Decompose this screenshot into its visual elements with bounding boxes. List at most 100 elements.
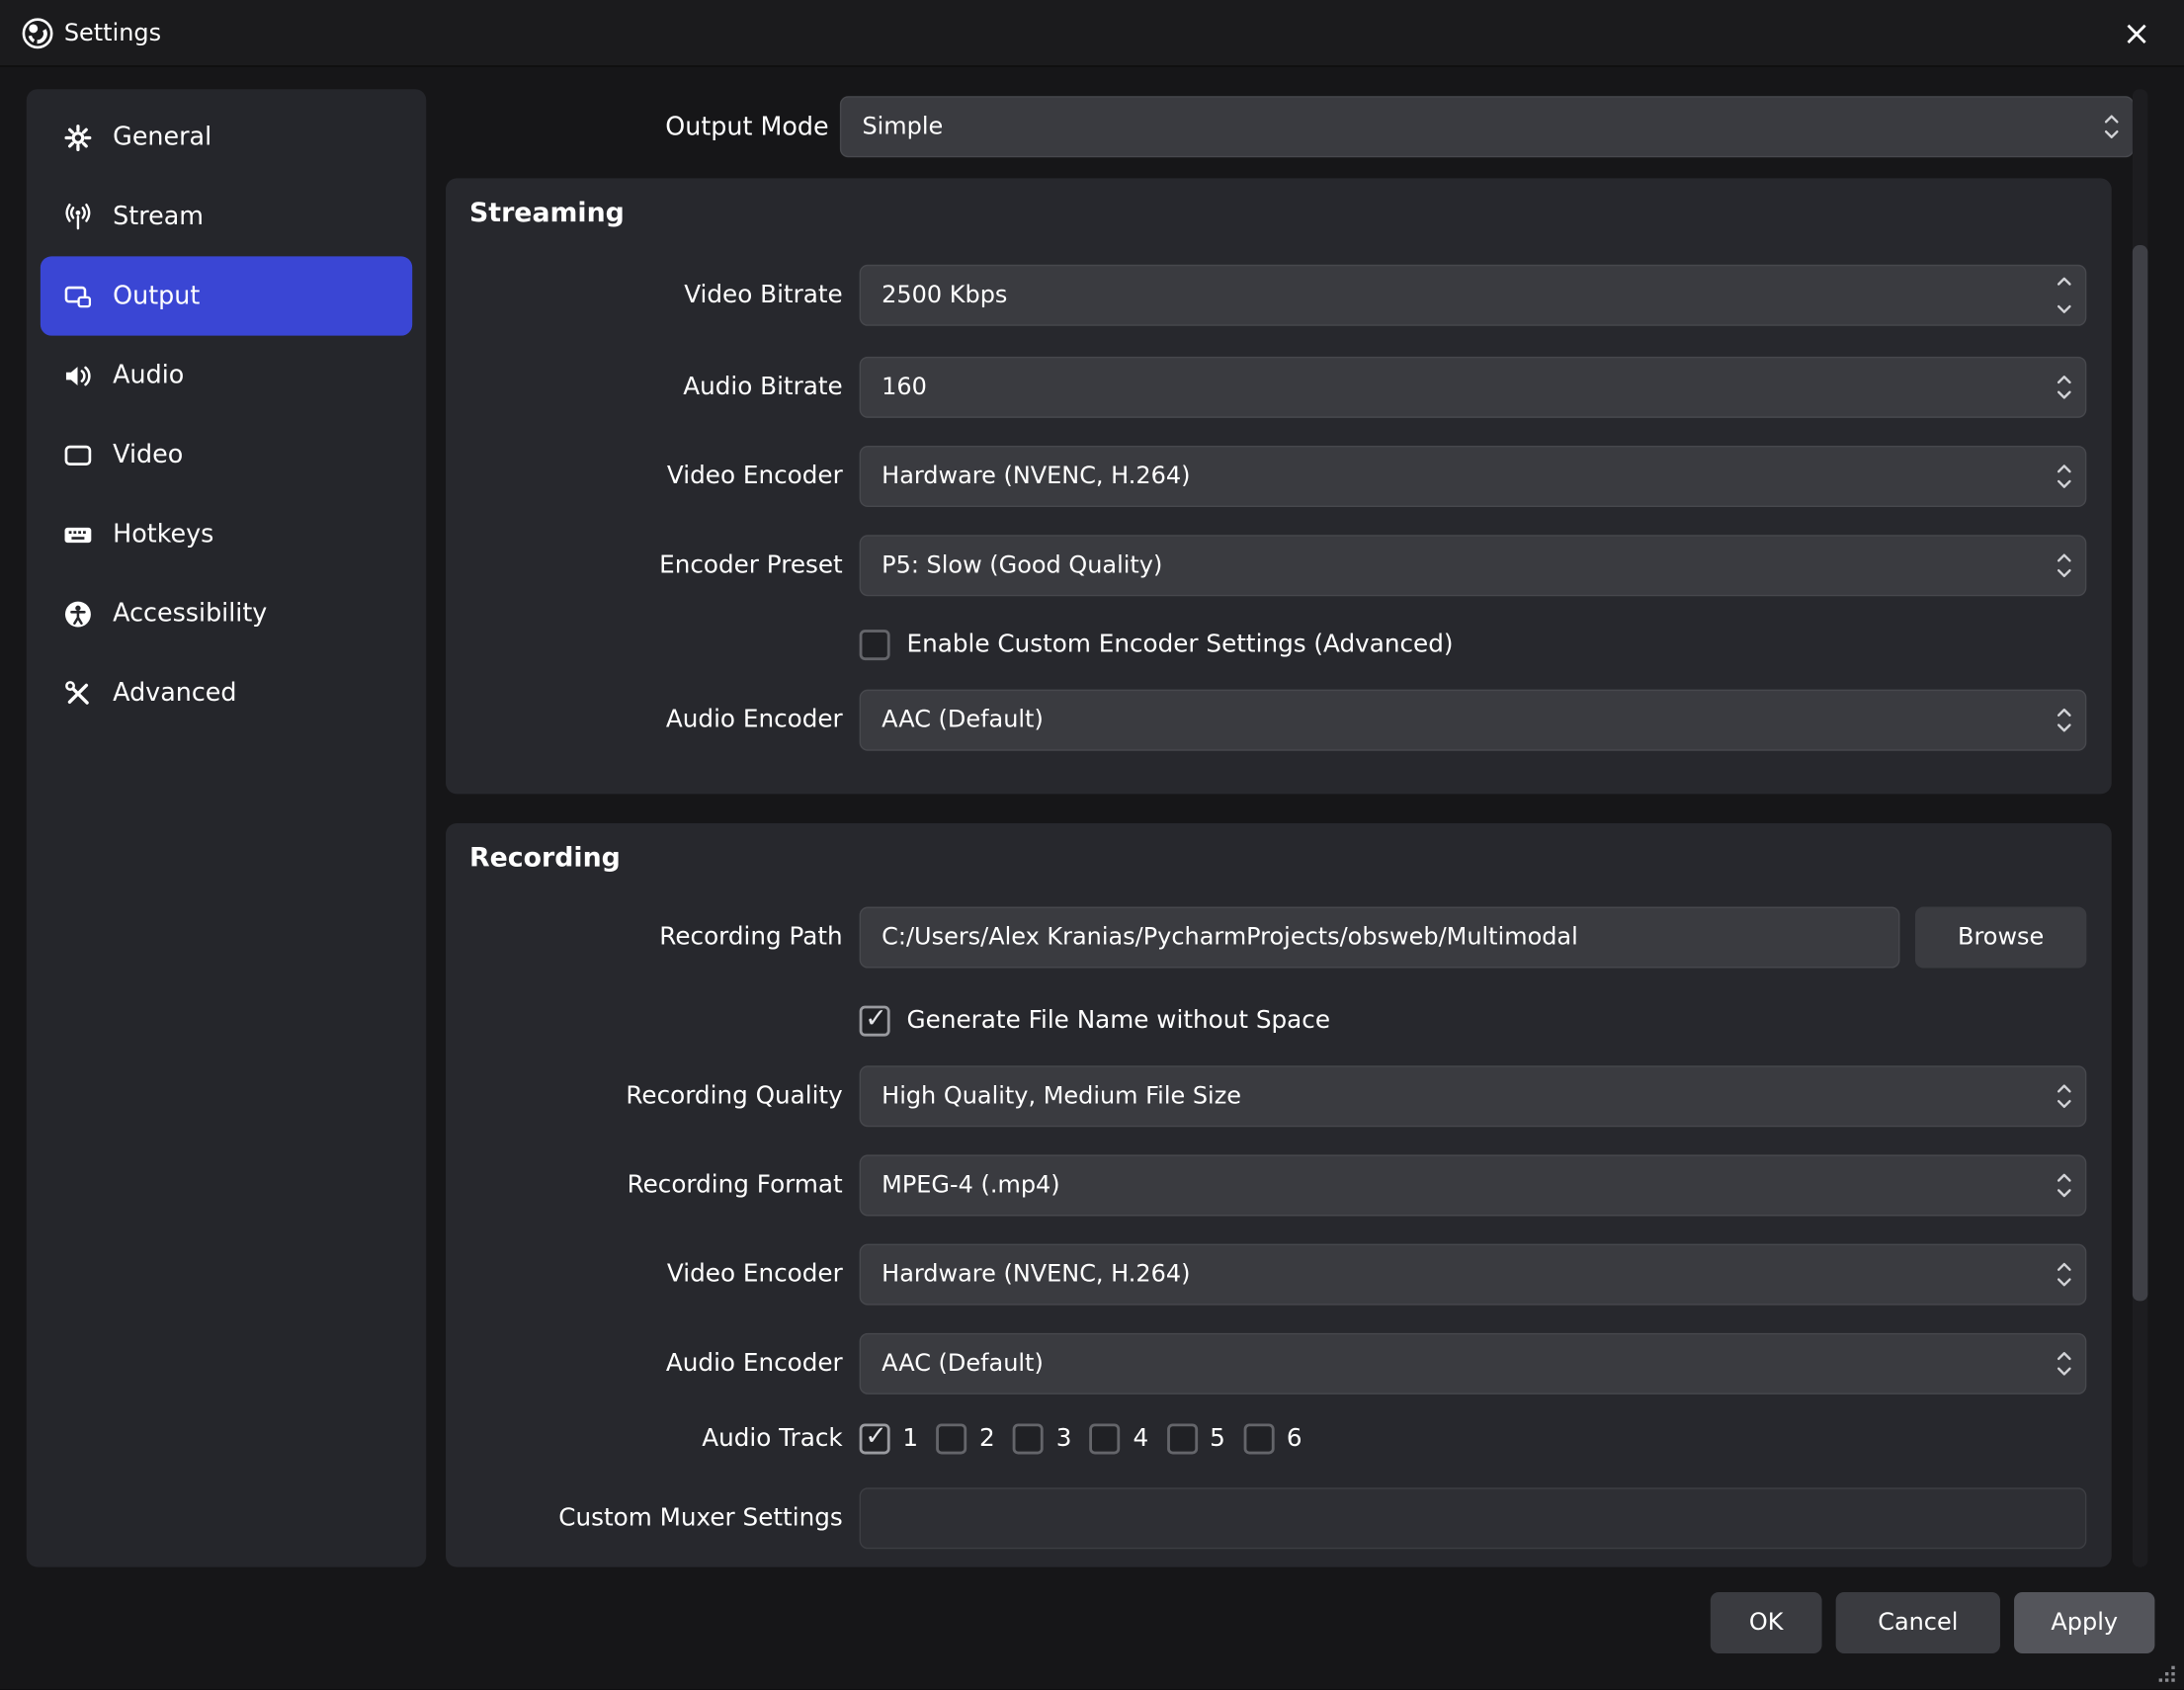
output-mode-value: Simple (862, 113, 943, 140)
recording-title: Recording (469, 843, 621, 874)
audio-encoder-value: AAC (Default) (882, 707, 1044, 734)
speaker-icon (62, 360, 93, 390)
chevron-up-icon[interactable] (2056, 1350, 2072, 1361)
sidebar-item-label: Video (113, 440, 183, 469)
rec-audio-encoder-select[interactable]: AAC (Default) (860, 1333, 2087, 1394)
audio-track-5-checkbox[interactable] (1166, 1423, 1197, 1454)
output-mode-row: Output Mode Simple (446, 96, 2134, 157)
cancel-button[interactable]: Cancel (1836, 1592, 2000, 1653)
spinner (2103, 114, 2120, 140)
recording-format-select[interactable]: MPEG-4 (.mp4) (860, 1154, 2087, 1216)
scrollbar-thumb[interactable] (2133, 245, 2148, 1301)
close-icon[interactable]: × (2112, 0, 2162, 67)
video-bitrate-label: Video Bitrate (446, 282, 843, 309)
apply-button[interactable]: Apply (2014, 1592, 2154, 1653)
audio-encoder-label: Audio Encoder (446, 707, 843, 734)
sidebar-item-label: Accessibility (113, 599, 267, 629)
sidebar-item-audio[interactable]: Audio (41, 336, 412, 415)
window-title: Settings (64, 19, 161, 46)
sidebar-item-video[interactable]: Video (41, 415, 412, 494)
streaming-section: Streaming Video Bitrate 2500 Kbps Audio … (446, 178, 2112, 794)
recording-path-value: C:/Users/Alex Kranias/PycharmProjects/ob… (882, 923, 1578, 951)
recording-path-label: Recording Path (446, 923, 843, 951)
spinner (2056, 276, 2072, 314)
video-encoder-select[interactable]: Hardware (NVENC, H.264) (860, 446, 2087, 507)
chevron-up-icon[interactable] (2056, 707, 2072, 718)
custom-muxer-input[interactable] (860, 1487, 2087, 1549)
video-bitrate-spinbox[interactable]: 2500 Kbps (860, 265, 2087, 326)
rec-video-encoder-label: Video Encoder (446, 1261, 843, 1289)
output-mode-label: Output Mode (446, 112, 829, 141)
sidebar-item-stream[interactable]: Stream (41, 177, 412, 256)
chevron-down-icon[interactable] (2056, 722, 2072, 733)
audio-track-label: Audio Track (446, 1425, 843, 1453)
chevron-up-icon[interactable] (2056, 374, 2072, 384)
audio-track-4-checkbox[interactable] (1090, 1423, 1121, 1454)
streaming-title: Streaming (469, 198, 625, 228)
spinner (2056, 1350, 2072, 1377)
audio-bitrate-label: Audio Bitrate (446, 374, 843, 401)
spinner (2056, 1083, 2072, 1110)
spinner (2056, 552, 2072, 579)
audio-track-1-checkbox[interactable] (860, 1423, 890, 1454)
audio-encoder-select[interactable]: AAC (Default) (860, 690, 2087, 751)
chevron-down-icon[interactable] (2056, 389, 2072, 400)
browse-button[interactable]: Browse (1915, 907, 2086, 969)
recording-quality-select[interactable]: High Quality, Medium File Size (860, 1065, 2087, 1127)
recording-path-input[interactable]: C:/Users/Alex Kranias/PycharmProjects/ob… (860, 907, 1900, 969)
audio-bitrate-select[interactable]: 160 (860, 357, 2087, 418)
chevron-up-icon[interactable] (2056, 552, 2072, 563)
output-mode-select[interactable]: Simple (840, 96, 2134, 157)
chevron-down-icon[interactable] (2056, 1366, 2072, 1377)
sidebar-item-general[interactable]: General (41, 98, 412, 177)
encoder-preset-select[interactable]: P5: Slow (Good Quality) (860, 535, 2087, 596)
chevron-up-icon[interactable] (2056, 464, 2072, 474)
recording-format-label: Recording Format (446, 1171, 843, 1199)
audio-track-6-checkbox[interactable] (1243, 1423, 1274, 1454)
antenna-icon (62, 202, 93, 232)
chevron-down-icon[interactable] (2103, 128, 2120, 139)
spinner (2056, 1261, 2072, 1288)
audio-track-2-label: 2 (979, 1425, 995, 1453)
obs-logo-icon (20, 15, 56, 51)
output-icon (62, 281, 93, 311)
chevron-down-icon[interactable] (2056, 1098, 2072, 1109)
chevron-down-icon[interactable] (2056, 478, 2072, 489)
spinner (2056, 707, 2072, 733)
chevron-down-icon[interactable] (2056, 303, 2072, 314)
gear-icon (62, 122, 93, 152)
resize-grip-icon[interactable] (2153, 1663, 2178, 1686)
audio-track-3-label: 3 (1056, 1425, 1072, 1453)
spinner (2056, 464, 2072, 490)
chevron-up-icon[interactable] (2103, 114, 2120, 125)
chevron-up-icon[interactable] (2056, 276, 2072, 287)
video-encoder-value: Hardware (NVENC, H.264) (882, 463, 1190, 490)
custom-muxer-label: Custom Muxer Settings (446, 1504, 843, 1532)
chevron-up-icon[interactable] (2056, 1083, 2072, 1094)
scrollbar[interactable] (2133, 89, 2148, 1566)
recording-format-value: MPEG-4 (.mp4) (882, 1171, 1059, 1199)
generate-filename-checkbox[interactable] (860, 1006, 890, 1037)
audio-track-5-label: 5 (1210, 1425, 1225, 1453)
sidebar-item-hotkeys[interactable]: Hotkeys (41, 494, 412, 573)
audio-track-3-checkbox[interactable] (1013, 1423, 1044, 1454)
chevron-up-icon[interactable] (2056, 1261, 2072, 1272)
sidebar-item-label: General (113, 123, 211, 152)
sidebar-item-accessibility[interactable]: Accessibility (41, 574, 412, 653)
audio-track-2-checkbox[interactable] (936, 1423, 966, 1454)
chevron-down-icon[interactable] (2056, 567, 2072, 578)
sidebar-item-advanced[interactable]: Advanced (41, 653, 412, 732)
sidebar-item-output[interactable]: Output (41, 256, 412, 335)
audio-track-group: 1 2 3 4 5 6 (860, 1423, 1302, 1454)
chevron-up-icon[interactable] (2056, 1172, 2072, 1183)
audio-track-1-label: 1 (902, 1425, 918, 1453)
sidebar-item-label: Stream (113, 202, 204, 231)
chevron-down-icon[interactable] (2056, 1277, 2072, 1288)
audio-track-4-label: 4 (1133, 1425, 1148, 1453)
chevron-down-icon[interactable] (2056, 1188, 2072, 1199)
ok-button[interactable]: OK (1711, 1592, 1822, 1653)
rec-video-encoder-select[interactable]: Hardware (NVENC, H.264) (860, 1244, 2087, 1306)
custom-encoder-checkbox[interactable] (860, 630, 890, 660)
rec-audio-encoder-value: AAC (Default) (882, 1350, 1044, 1378)
sidebar-item-label: Advanced (113, 678, 236, 708)
